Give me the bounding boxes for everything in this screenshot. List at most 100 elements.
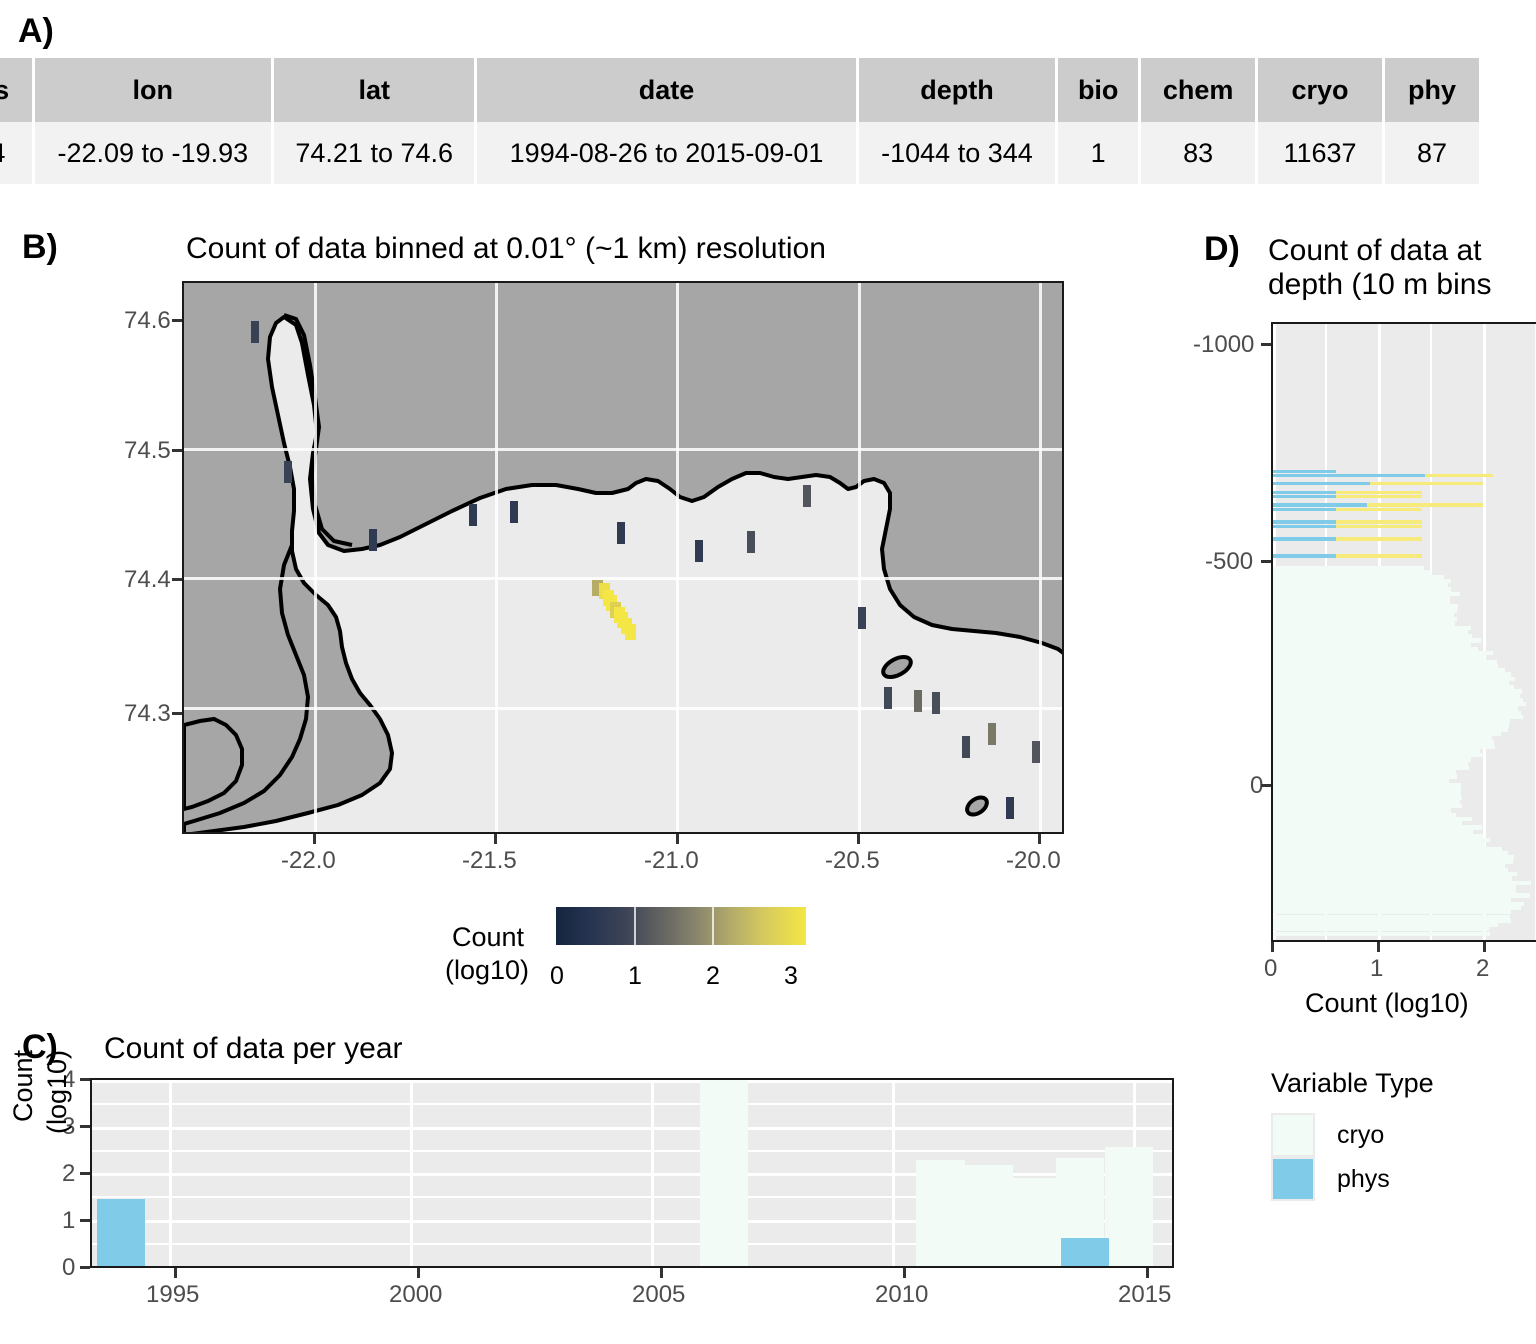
- d-bar-cryo: [1273, 689, 1522, 694]
- table-header-cell: depth: [858, 58, 1056, 122]
- d-bar-cryo: [1273, 680, 1509, 686]
- c-xtick-2005: 2005: [632, 1281, 686, 1308]
- d-bar-cryo: [1273, 604, 1458, 609]
- table-header-cell: les: [0, 58, 32, 122]
- c-xtick-mark: [174, 1268, 177, 1278]
- d-bar-cryo: [1273, 638, 1481, 643]
- d-bar-cryo: [1273, 757, 1471, 762]
- year-chart-plot-area[interactable]: [90, 1078, 1174, 1268]
- map-xtick-mark: [494, 834, 497, 844]
- map-data-cell: [884, 687, 893, 710]
- table-cell: 14: [0, 122, 32, 184]
- colorbar-tick-0: 0: [550, 962, 564, 990]
- d-bar-cryo: [1273, 816, 1472, 822]
- legend-label-cryo: cryo: [1337, 1120, 1385, 1149]
- d-xtick-mark: [1483, 942, 1486, 952]
- d-bar-cryo: [1273, 710, 1521, 715]
- summary-table: les lon lat date depth bio chem cryo phy…: [0, 58, 1482, 184]
- d-bar-cryo: [1273, 782, 1461, 788]
- c-xtick-mark: [1146, 1268, 1149, 1278]
- panel-d-title-line2: depth (10 m bins: [1268, 268, 1492, 301]
- c-gridline-h: [92, 1080, 1172, 1083]
- depth-chart-plot-area[interactable]: [1271, 322, 1536, 942]
- d-xtick-0: 0: [1264, 955, 1278, 982]
- table-cell: -1044 to 344: [858, 122, 1056, 184]
- d-ytick-mark: [1261, 343, 1271, 346]
- map-ytick-74-4: 74.4: [124, 566, 171, 593]
- d-bar-cryo: [1273, 574, 1444, 579]
- d-bar-cryo: [1273, 765, 1470, 771]
- d-bar-cryo: [1273, 842, 1485, 847]
- variable-type-legend: Variable Type cryo phys: [1271, 1068, 1434, 1201]
- d-xtick-mark: [1271, 942, 1274, 952]
- d-bar-cryo: [1273, 850, 1508, 856]
- d-bar-phys: [1273, 524, 1336, 528]
- d-xtick-mark: [1377, 942, 1380, 952]
- d-bar-cryo: [1273, 659, 1497, 664]
- panel-c-title: Count of data per year: [104, 1032, 403, 1065]
- table-header-cell: date: [477, 58, 856, 122]
- colorbar-tick-2: 2: [706, 962, 720, 990]
- c-ytick-1: 1: [62, 1207, 76, 1234]
- c-bar-cryo: [699, 1080, 748, 1266]
- d-bar-cryo: [1273, 897, 1511, 902]
- d-bar-cryo: [1273, 714, 1523, 720]
- panel-d-title-line1: Count of data at: [1268, 234, 1482, 267]
- d-bar-phys: [1273, 503, 1368, 507]
- c-gridline-h-minor: [92, 1149, 1172, 1152]
- d-bar-cryo: [1273, 863, 1506, 868]
- table-cell: 74.21 to 74.6: [273, 122, 475, 184]
- legend-item-cryo[interactable]: cryo: [1271, 1113, 1434, 1157]
- colorbar-label-line2: (log10): [445, 955, 530, 985]
- c-ytick-mark: [80, 1219, 90, 1222]
- colorbar-tick-mark: [634, 907, 636, 945]
- c-gridline-v: [892, 1080, 896, 1266]
- d-bar-cryo: [1273, 846, 1503, 851]
- legend-item-phys[interactable]: phys: [1271, 1157, 1434, 1201]
- map-data-cell: [510, 500, 518, 523]
- c-gridline-h: [92, 1126, 1172, 1130]
- map-xtick-mark: [857, 834, 860, 844]
- d-bar-cryo: [1273, 676, 1516, 681]
- d-bar-cryo: [1273, 770, 1457, 775]
- map-data-cell: [1032, 741, 1041, 764]
- d-bar-cryo: [1273, 744, 1496, 749]
- d-bar-cryo: [1273, 859, 1514, 864]
- map-data-cell: [250, 321, 259, 344]
- c-bar-cryo: [916, 1160, 965, 1266]
- d-ytick--500: -500: [1205, 548, 1254, 575]
- d-bar-phys: [1273, 494, 1336, 499]
- d-bar-cryo: [1273, 791, 1461, 796]
- d-bar-cryo: [1273, 876, 1513, 881]
- d-bar-cryo: [1273, 893, 1530, 898]
- table-header-cell: lon: [34, 58, 271, 122]
- colorbar-gradient: [556, 907, 806, 945]
- d-bar-cryo: [1273, 578, 1451, 584]
- map-xtick-mark: [313, 834, 316, 844]
- d-bar-cryo: [1273, 685, 1514, 690]
- map-data-cell: [1006, 797, 1015, 820]
- d-bar-cryo: [1273, 655, 1485, 660]
- c-ytick-mark: [80, 1172, 90, 1175]
- d-bar-cryo: [1273, 855, 1515, 860]
- map-xtick--21-5: -21.5: [462, 847, 517, 874]
- panel-b-title: Count of data binned at 0.01° (~1 km) re…: [186, 232, 826, 265]
- d-bar-cryo: [1273, 804, 1462, 809]
- d-bar-phys: [1273, 507, 1336, 511]
- d-bar-cryo: [1273, 668, 1506, 673]
- map-xtick--22-0: -22.0: [281, 847, 336, 874]
- colorbar-tick-1: 1: [628, 962, 642, 990]
- map-data-cell: [284, 460, 293, 483]
- map-plot-area[interactable]: [182, 281, 1064, 834]
- d-bar-cryo: [1273, 621, 1456, 626]
- d-xtick-1: 1: [1370, 955, 1384, 982]
- map-data-cell: [961, 736, 970, 759]
- table-row: 14 -22.09 to -19.93 74.21 to 74.6 1994-0…: [0, 122, 1479, 184]
- map-xtick-mark: [1038, 834, 1041, 844]
- c-gridline-v: [651, 1080, 655, 1266]
- c-bar-cryo: [1104, 1147, 1153, 1266]
- map-ytick-74-6: 74.6: [124, 307, 171, 334]
- map-gridline-v: [314, 283, 317, 832]
- map-data-cell: [747, 531, 756, 554]
- d-bar-cryo: [1273, 931, 1490, 936]
